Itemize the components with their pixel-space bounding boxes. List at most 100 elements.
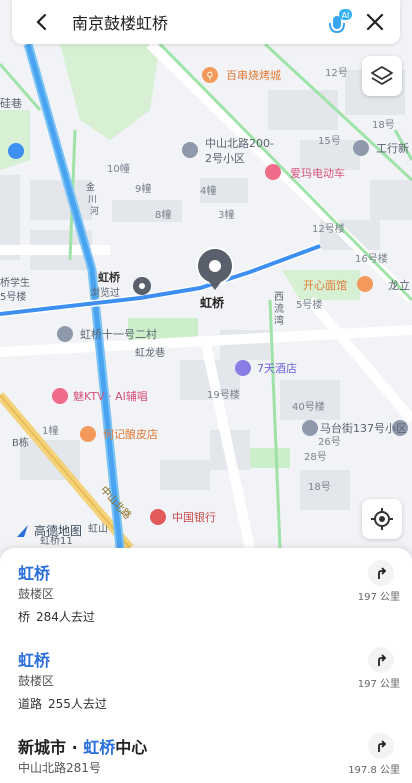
poi-bank-marker[interactable] bbox=[150, 509, 166, 525]
label-jinchuan-1: 金 bbox=[86, 181, 95, 193]
bldg-4: 4幢 bbox=[200, 184, 216, 197]
bldg-8: 8幢 bbox=[155, 208, 171, 221]
bldg-12a: 12号 bbox=[325, 67, 348, 79]
poi-aima-marker[interactable] bbox=[265, 164, 281, 180]
label-zhongshan-1: 中山北路200- bbox=[205, 137, 274, 150]
result-title[interactable]: 新城市 · 虹桥中心 bbox=[18, 734, 147, 758]
label-honglong: 虹龙巷 bbox=[135, 346, 165, 359]
label-xiliu-2: 流 bbox=[274, 302, 284, 315]
result-title[interactable]: 虹桥 bbox=[18, 560, 50, 584]
close-icon bbox=[366, 13, 384, 31]
poi-kaixin-marker[interactable] bbox=[357, 276, 373, 292]
label-hejie: 何记酿皮店 bbox=[103, 427, 158, 441]
locate-icon bbox=[371, 508, 393, 530]
result-distance: 197.8 公里 bbox=[348, 765, 400, 776]
map-canvas[interactable]: ⚲ 百串烧烤城 中山北路200- 2号小区 爱玛电动车 工行新 开心面馆 龙立 … bbox=[0, 0, 412, 548]
result-distance: 197 公里 bbox=[357, 679, 400, 690]
search-query[interactable]: 南京鼓楼虹桥 bbox=[72, 10, 326, 34]
label-pin-name: 虹桥 bbox=[200, 295, 225, 310]
map-watermark: 高德地图 bbox=[16, 522, 82, 539]
svg-text:AI: AI bbox=[342, 11, 350, 20]
bldg-9: 9幢 bbox=[135, 182, 151, 195]
result-category: 桥 bbox=[18, 610, 31, 624]
bldg-40: 40号楼 bbox=[292, 400, 325, 413]
result-meta: 桥 284人去过 bbox=[18, 608, 101, 625]
close-button[interactable] bbox=[360, 7, 390, 37]
result-title-highlight: 虹桥 bbox=[83, 738, 116, 757]
poi-hongqiao11-marker[interactable] bbox=[57, 326, 73, 342]
svg-text:⚲: ⚲ bbox=[206, 71, 213, 82]
ai-voice-button[interactable]: AI bbox=[326, 8, 354, 36]
watermark-text: 高德地图 bbox=[34, 524, 83, 538]
result-item[interactable]: 虹桥 鼓楼区 桥 284人去过 197 公里 bbox=[0, 548, 412, 632]
result-item[interactable]: 虹桥 鼓楼区 道路 255人去过 197 公里 bbox=[0, 634, 412, 720]
navigate-button[interactable] bbox=[368, 560, 394, 586]
ai-voice-icon: AI bbox=[329, 9, 352, 34]
navigate-button[interactable] bbox=[368, 733, 394, 759]
poi-hotel-marker[interactable] bbox=[235, 360, 251, 376]
label-aima: 爱玛电动车 bbox=[290, 166, 345, 180]
result-meta: 道路 255人去过 bbox=[18, 695, 113, 712]
search-bar[interactable]: 南京鼓楼虹桥 AI bbox=[12, 0, 400, 44]
label-liulan-1: 虹桥 bbox=[98, 270, 121, 284]
label-liulan-2: 浏览过 bbox=[90, 286, 120, 299]
result-visitors: 284人去过 bbox=[36, 610, 95, 624]
result-district: 鼓楼区 bbox=[18, 674, 55, 688]
locate-button[interactable] bbox=[362, 499, 402, 539]
label-jinchuan-3: 河 bbox=[90, 205, 99, 217]
poi-ktv-marker[interactable] bbox=[52, 388, 68, 404]
layers-button[interactable] bbox=[362, 56, 402, 96]
bldg-18b: 18号 bbox=[308, 481, 331, 493]
label-mazhaojie: 马台街137号小区 bbox=[320, 421, 407, 435]
label-school-1: 桥学生 bbox=[0, 276, 30, 289]
poi-zhongshan-marker[interactable] bbox=[182, 142, 198, 158]
label-ktv: 魅KTV · AI辅唱 bbox=[73, 389, 148, 403]
result-visitors: 255人去过 bbox=[48, 697, 107, 711]
bldg-28: 28号 bbox=[304, 451, 327, 463]
bldg-1: 1幢 bbox=[42, 424, 58, 437]
navigate-arrow-icon bbox=[378, 740, 387, 752]
result-title-prefix: 新城市 · bbox=[18, 738, 84, 757]
back-arrow-icon bbox=[36, 13, 47, 31]
result-category: 道路 bbox=[18, 697, 43, 711]
label-guixiang: 硅巷 bbox=[0, 97, 22, 110]
label-jinchuan-2: 川 bbox=[88, 195, 97, 205]
label-bank: 中国银行 bbox=[172, 510, 216, 524]
label-baichuan: 百串烧烤城 bbox=[226, 68, 281, 82]
label-longli: 龙立 bbox=[388, 278, 410, 292]
bldg-26: 26号 bbox=[318, 436, 341, 448]
amap-logo-icon bbox=[17, 524, 28, 537]
bldg-18: 18号 bbox=[372, 119, 395, 131]
label-hotel: 7天酒店 bbox=[257, 361, 297, 375]
bldg-10: 10幢 bbox=[107, 162, 130, 175]
poi-gongcheng-marker[interactable] bbox=[353, 140, 369, 156]
layers-icon bbox=[371, 66, 393, 85]
navigate-arrow-icon bbox=[378, 654, 387, 666]
poi-baichuan-marker[interactable]: ⚲ bbox=[202, 67, 218, 83]
result-district: 鼓楼区 bbox=[18, 587, 55, 601]
poi-liulan-marker[interactable] bbox=[133, 277, 151, 295]
bldg-5: 5号楼 bbox=[296, 298, 322, 311]
label-school-2: 5号楼 bbox=[0, 290, 26, 303]
results-sheet[interactable]: 虹桥 鼓楼区 桥 284人去过 197 公里 虹桥 鼓楼区 道路 255人去过 19… bbox=[0, 548, 412, 783]
navigate-arrow-icon bbox=[378, 567, 387, 579]
bldg-15: 15号 bbox=[318, 135, 341, 147]
navigate-button[interactable] bbox=[368, 647, 394, 673]
back-button[interactable] bbox=[26, 6, 58, 38]
label-gongcheng: 工行新 bbox=[376, 141, 409, 155]
label-xiliu-3: 湾 bbox=[274, 314, 284, 327]
result-distance: 197 公里 bbox=[357, 592, 400, 603]
poi-left-marker[interactable] bbox=[8, 143, 24, 159]
label-xiliu-1: 西 bbox=[274, 292, 284, 303]
bldg-16: 16号楼 bbox=[355, 252, 388, 265]
label-honqiao-yhao: 虹桥十一号二村 bbox=[80, 327, 157, 341]
label-b8: B栋 bbox=[12, 436, 29, 449]
bldg-12: 12号楼 bbox=[312, 222, 345, 235]
result-title-suffix: 中心 bbox=[115, 738, 148, 757]
poi-hejie-marker[interactable] bbox=[80, 426, 96, 442]
result-item[interactable]: 新城市 · 虹桥中心 中山北路281号 197.8 公里 bbox=[0, 720, 412, 783]
label-hongshan: 虹山 bbox=[88, 523, 108, 535]
result-title[interactable]: 虹桥 bbox=[18, 647, 50, 671]
poi-mazhaojie-marker[interactable] bbox=[302, 420, 318, 436]
label-kaixin: 开心面馆 bbox=[303, 278, 347, 292]
